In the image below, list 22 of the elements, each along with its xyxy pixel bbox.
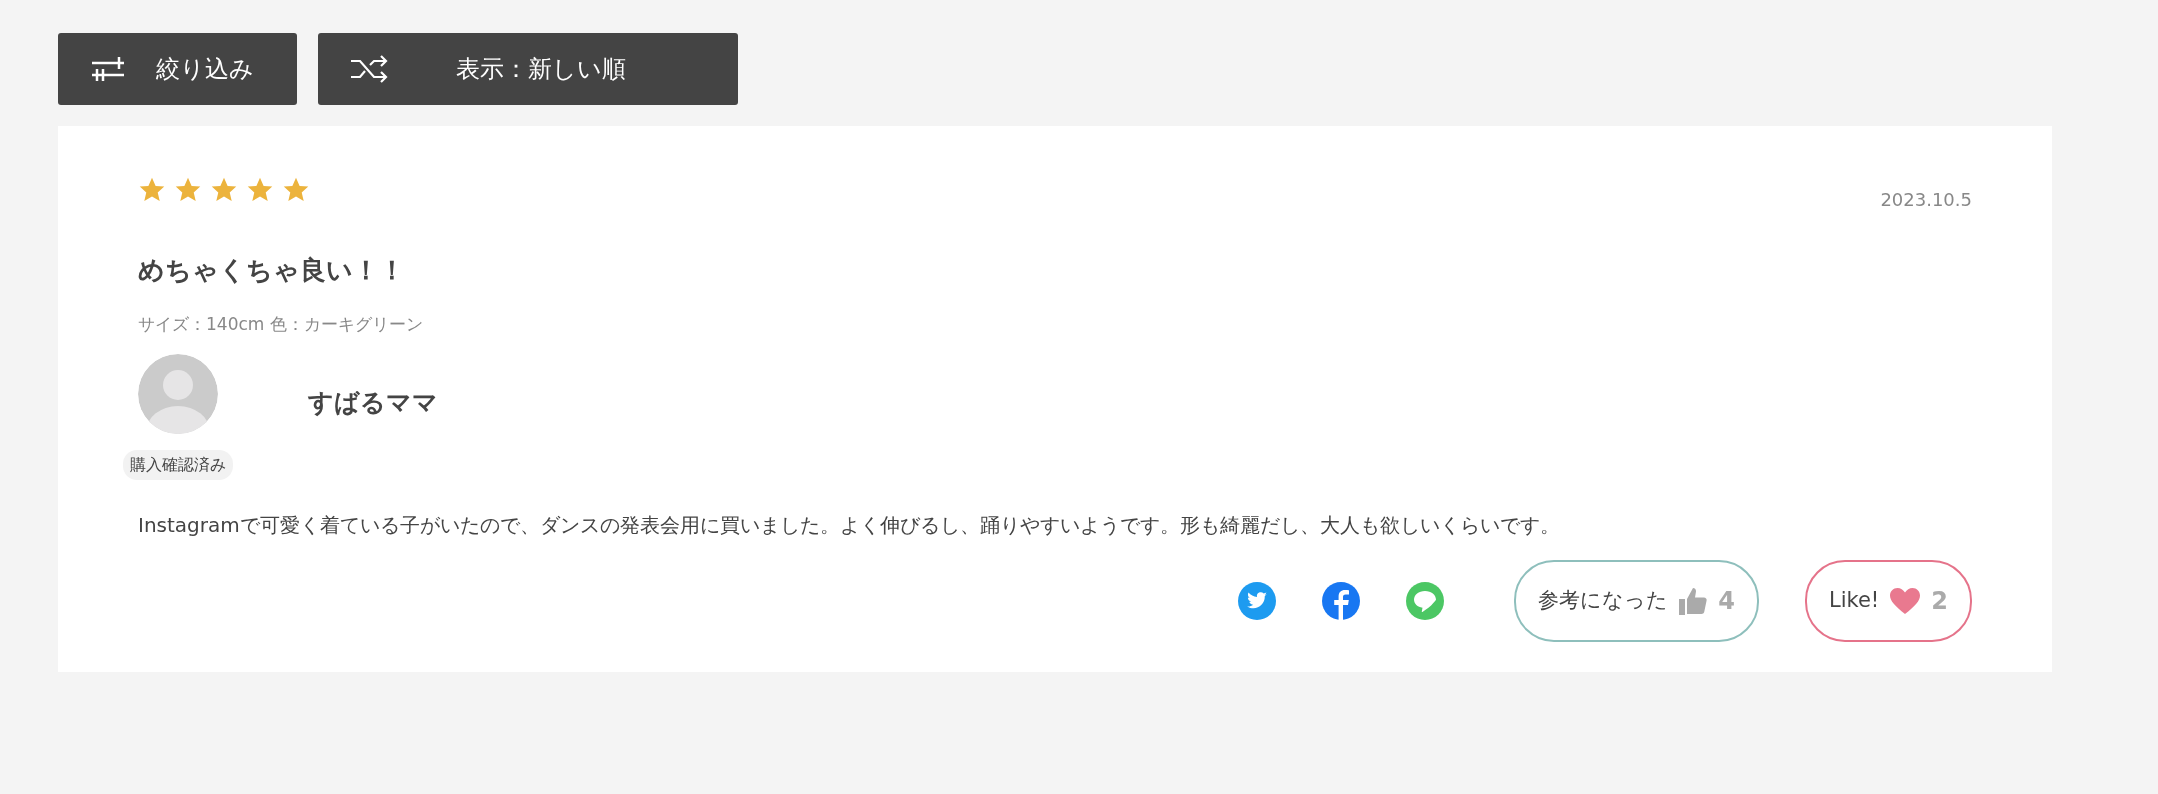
reviewer-name: すばるママ: [308, 386, 438, 419]
star-icon: [246, 176, 274, 204]
thumbs-up-icon: [1678, 585, 1709, 616]
review-date: 2023.10.5: [1880, 188, 1972, 212]
heart-icon: [1889, 586, 1922, 615]
like-button[interactable]: Like! 2: [1805, 559, 1972, 642]
star-icon: [138, 176, 166, 204]
shuffle-icon: [350, 55, 388, 83]
star-icon: [174, 176, 202, 204]
review-title: めちゃくちゃ良い！！: [138, 254, 406, 287]
size-color-text: サイズ：140cm 色：カーキグリーン: [138, 313, 424, 336]
helpful-button[interactable]: 参考になった 4: [1514, 559, 1759, 642]
filter-button[interactable]: 絞り込み: [58, 33, 297, 105]
star-icon: [210, 176, 238, 204]
star-icon: [282, 176, 310, 204]
sliders-icon: [90, 54, 126, 84]
verified-purchase-tag: 購入確認済み: [123, 449, 233, 480]
bird-icon[interactable]: [1238, 581, 1277, 620]
review-text: Instagramで可愛く着ている子がいたので、ダンスの発表会用に買いました。よく伸びるし、踊りやすいようです。形も綺麗だし、大人も欲しいくらいです。: [138, 511, 1561, 539]
sort-button[interactable]: 表示：新しい順: [318, 33, 738, 105]
chat-bubble-icon[interactable]: [1406, 581, 1445, 620]
facebook-icon[interactable]: [1322, 581, 1361, 620]
